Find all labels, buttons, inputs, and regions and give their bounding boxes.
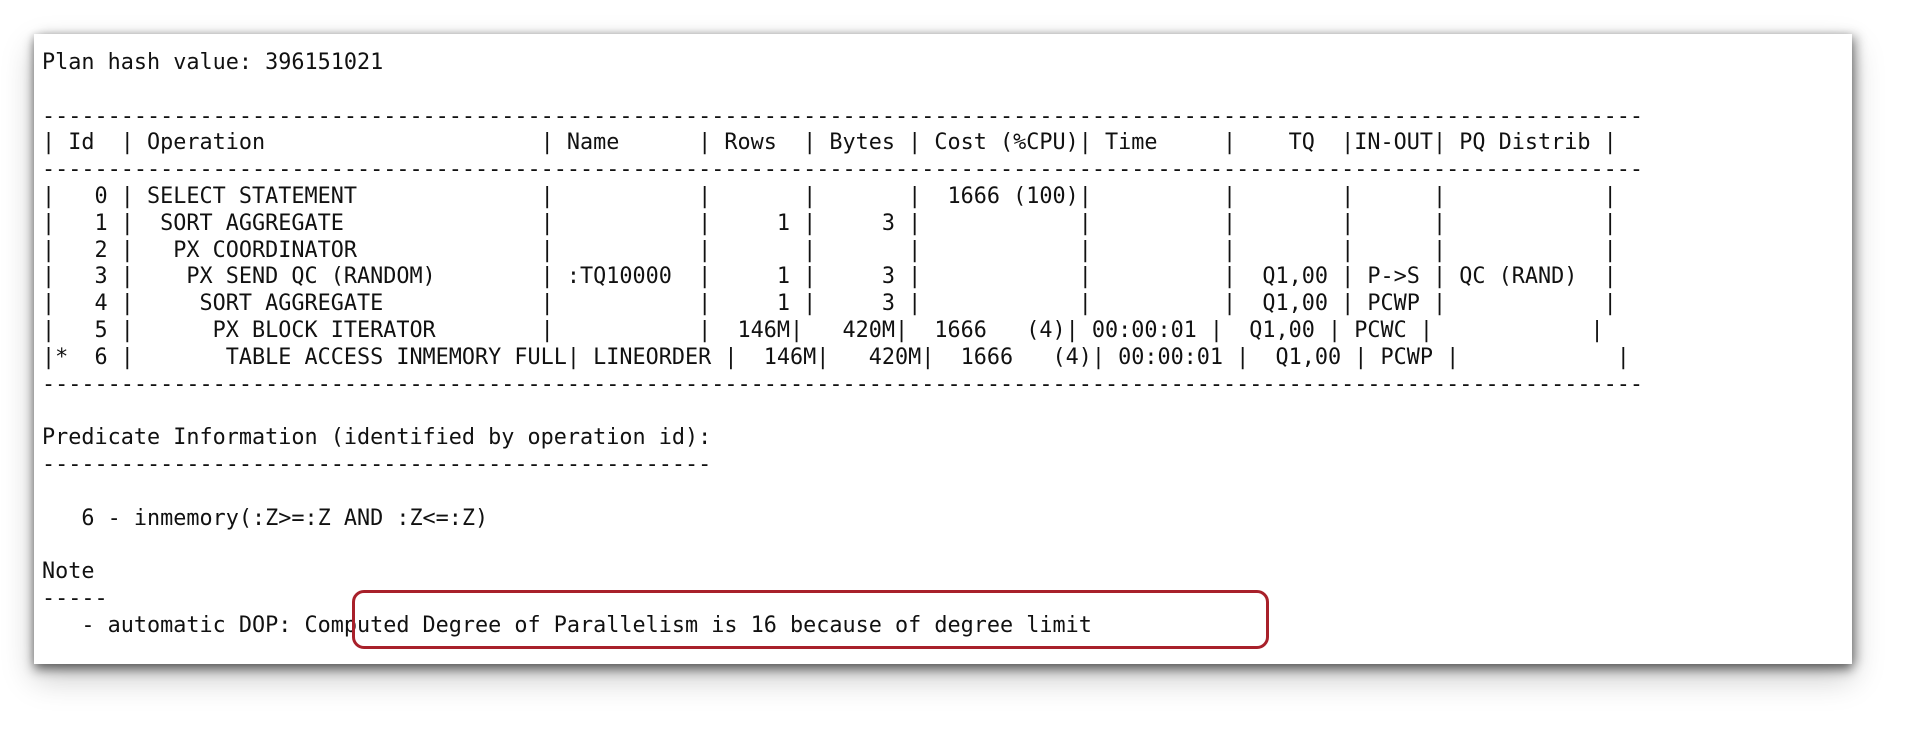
predicate-underline: ----------------------------------------… [42,451,712,477]
table-header-row: | Id | Operation | Name | Rows | Bytes |… [42,130,1617,156]
table-row: | 2 | PX COORDINATOR | | | | | | | | | [42,237,1617,263]
table-header-border: ----------------------------------------… [42,157,1643,183]
predicate-heading: Predicate Information (identified by ope… [42,425,712,451]
table-row: | 3 | PX SEND QC (RANDOM) | :TQ10000 | 1… [42,264,1617,290]
table-top-border: ----------------------------------------… [42,103,1643,129]
table-row: |* 6 | TABLE ACCESS INMEMORY FULL| LINEO… [42,344,1630,370]
table-row: | 1 | SORT AGGREGATE | | 1 | 3 | | | | |… [42,210,1617,236]
note-underline: ----- [42,585,108,611]
plan-hash-line: Plan hash value: 396151021 [42,50,384,75]
execution-plan-output: Plan hash value: 396151021 --------------… [42,50,1643,640]
table-row: | 0 | SELECT STATEMENT | | | | 1666 (100… [42,183,1617,209]
table-row: | 5 | PX BLOCK ITERATOR | | 146M| 420M| … [42,317,1604,343]
note-entry: - automatic DOP: Computed Degree of Para… [42,612,1092,638]
table-row: | 4 | SORT AGGREGATE | | 1 | 3 | | | Q1,… [42,291,1617,317]
terminal-window: Plan hash value: 396151021 --------------… [34,34,1852,664]
predicate-entry: 6 - inmemory(:Z>=:Z AND :Z<=:Z) [42,505,489,531]
note-heading: Note [42,559,95,585]
table-bottom-border: ----------------------------------------… [42,371,1643,397]
